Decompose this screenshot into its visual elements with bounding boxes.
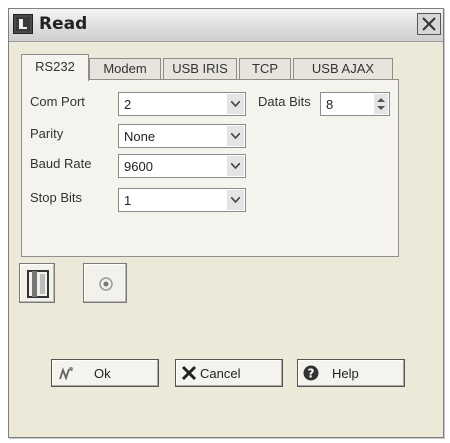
window-title: Read: [39, 14, 88, 34]
tab-tcp[interactable]: TCP: [239, 58, 291, 80]
chevron-down-icon[interactable]: [227, 156, 244, 176]
baud-rate-label: Baud Rate: [30, 156, 92, 171]
radio-dot-icon: [99, 277, 113, 291]
data-bits-spinner[interactable]: 8: [320, 92, 390, 116]
device-icon: [27, 270, 49, 298]
ok-icon: [59, 367, 73, 381]
chevron-down-icon[interactable]: [227, 94, 244, 114]
read-dialog: Read RS232 Modem USB IRIS TCP USB AJAX C…: [8, 8, 444, 438]
com-port-select[interactable]: 2: [118, 92, 246, 116]
com-port-label: Com Port: [30, 94, 85, 109]
stop-bits-label: Stop Bits: [30, 190, 83, 205]
cancel-x-icon: [181, 365, 197, 381]
connection-tabs: RS232 Modem USB IRIS TCP USB AJAX: [21, 54, 441, 81]
cancel-button[interactable]: Cancel: [175, 359, 283, 387]
ok-button[interactable]: Ok: [51, 359, 159, 387]
parity-label: Parity: [30, 126, 64, 141]
chevron-down-icon[interactable]: [227, 190, 244, 210]
help-question-icon: ?: [303, 365, 319, 381]
ok-label: Ok: [94, 366, 111, 381]
title-bar: Read: [9, 9, 443, 42]
help-label: Help: [332, 366, 359, 381]
rs232-panel: Com Port 2 Data Bits 8 Parity None Baud …: [21, 79, 399, 257]
device-button[interactable]: [19, 263, 55, 303]
close-button[interactable]: [417, 13, 441, 35]
signal-button[interactable]: [83, 263, 127, 303]
read-app-icon: [13, 14, 33, 34]
cancel-label: Cancel: [200, 366, 241, 381]
tab-usb-iris[interactable]: USB IRIS: [163, 58, 237, 80]
baud-rate-select[interactable]: 9600: [118, 154, 246, 178]
help-button[interactable]: ? Help: [297, 359, 405, 387]
stop-bits-select[interactable]: 1: [118, 188, 246, 212]
chevron-down-icon[interactable]: [227, 126, 244, 146]
parity-select[interactable]: None: [118, 124, 246, 148]
svg-text:?: ?: [308, 367, 315, 381]
spinner-arrows-icon[interactable]: [374, 94, 388, 114]
data-bits-label: Data Bits: [258, 94, 311, 109]
close-icon: [422, 17, 436, 31]
tab-rs232[interactable]: RS232: [21, 54, 89, 81]
tab-usb-ajax[interactable]: USB AJAX: [293, 58, 393, 80]
tab-modem[interactable]: Modem: [89, 58, 161, 80]
